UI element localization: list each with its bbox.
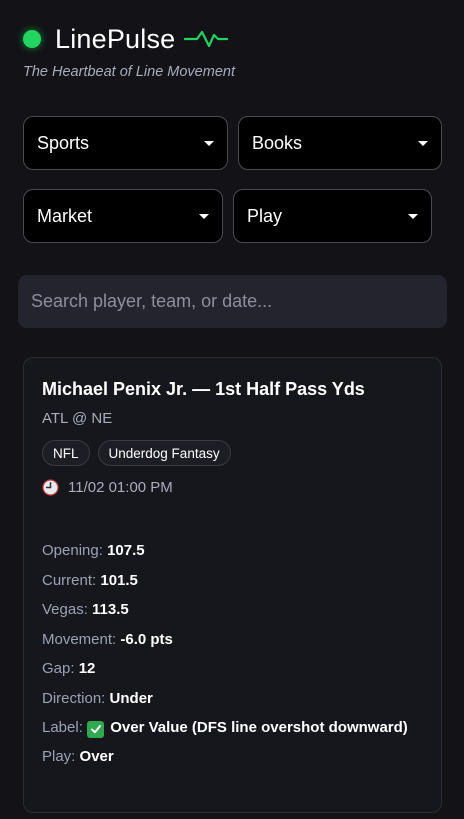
stat-value: 12: [78, 660, 96, 677]
stat-label: Gap:: [42, 660, 75, 677]
stat-label: Label:: [42, 719, 83, 736]
market-select[interactable]: Market: [23, 189, 223, 243]
stat-value: Over: [79, 748, 114, 765]
game-time: 11/02 01:00 PM: [42, 479, 423, 496]
stat-value: 101.5: [100, 571, 138, 589]
pulse-icon: [184, 30, 229, 48]
stat-value: -6.0 pts: [120, 630, 173, 648]
check-icon: [87, 720, 105, 738]
play-select-label: Play: [247, 205, 283, 226]
play-select[interactable]: Play: [233, 189, 432, 243]
chevron-down-icon: [418, 140, 428, 146]
stat-value: 107.5: [107, 542, 145, 559]
books-select-label: Books: [252, 132, 303, 153]
stat-opening: Opening: 107.5: [42, 536, 423, 566]
stats-list: Opening: 107.5 Current: 101.5 Vegas: 113…: [42, 536, 423, 772]
tag-list: NFL Underdog Fantasy: [42, 440, 423, 466]
sports-select-label: Sports: [37, 132, 90, 153]
stat-vegas: Vegas: 113.5: [42, 595, 423, 625]
line-card: Michael Penix Jr. — 1st Half Pass Yds AT…: [23, 357, 442, 813]
app-title: LinePulse: [55, 23, 176, 54]
matchup: ATL @ NE: [42, 410, 113, 427]
sports-select[interactable]: Sports: [23, 116, 228, 170]
chevron-down-icon: [204, 140, 214, 146]
card-title: Michael Penix Jr. — 1st Half Pass Yds: [42, 379, 365, 399]
stat-value: Over Value (DFS line overshot downward): [110, 719, 408, 736]
status-dot-icon: [23, 30, 41, 48]
stat-label: Direction:: [42, 689, 106, 707]
stat-label-row: Label: Over Value (DFS line overshot dow…: [42, 713, 423, 742]
stat-label: Movement:: [42, 630, 117, 648]
books-select[interactable]: Books: [238, 116, 442, 170]
tag-book: Underdog Fantasy: [97, 440, 231, 466]
stat-label: Current:: [42, 571, 97, 589]
stat-label: Vegas:: [42, 601, 88, 618]
tag-league: NFL: [42, 440, 90, 466]
game-time-text: 11/02 01:00 PM: [68, 479, 173, 496]
clock-icon: [42, 479, 59, 496]
stat-value: 113.5: [92, 601, 129, 618]
brand-row: LinePulse: [22, 22, 235, 56]
chevron-down-icon: [199, 213, 209, 219]
stat-current: Current: 101.5: [42, 566, 423, 596]
chevron-down-icon: [408, 213, 418, 219]
stat-play: Play: Over: [42, 742, 423, 772]
stat-value: Under: [109, 689, 153, 707]
tagline: The Heartbeat of Line Movement: [23, 64, 235, 80]
stat-label: Opening:: [42, 542, 103, 559]
market-select-label: Market: [37, 205, 93, 226]
search-input[interactable]: [18, 275, 447, 328]
stat-label: Play:: [42, 748, 76, 765]
header: LinePulse The Heartbeat of Line Movement: [22, 22, 235, 80]
stat-movement: Movement: -6.0 pts: [42, 625, 423, 655]
stat-gap: Gap: 12: [42, 654, 423, 684]
stat-direction: Direction: Under: [42, 684, 423, 714]
